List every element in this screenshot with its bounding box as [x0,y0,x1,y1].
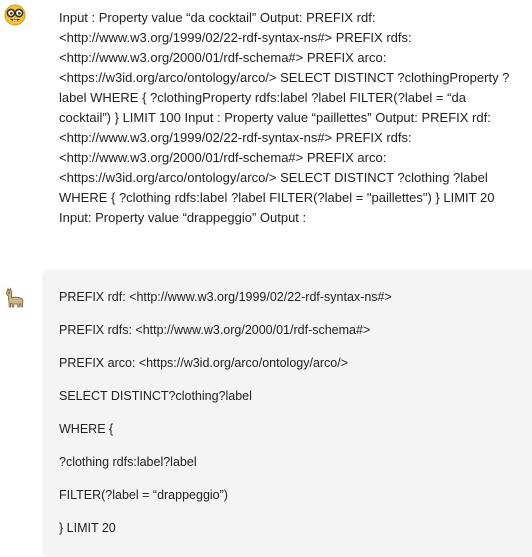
user-message: Input : Property value “da cocktail” Out… [0,0,532,262]
chat-conversation: Input : Property value “da cocktail” Out… [0,0,532,557]
response-line: PREFIX arco: <https://w3id.org/arco/onto… [59,356,349,370]
response-line: WHERE { [59,422,114,436]
response-line: ?clothing rdfs:label?label [59,455,197,469]
response-line: } LIMIT 20 [59,521,116,535]
response-line: PREFIX rdf: <http://www.w3.org/1999/02/2… [59,290,392,304]
assistant-message: PREFIX rdf: <http://www.w3.org/1999/02/2… [42,270,532,557]
response-line: SELECT DISTINCT?clothing?label [59,389,252,403]
nerd-face-icon [4,4,26,26]
user-message-text: Input : Property value “da cocktail” Out… [59,10,510,225]
response-line: PREFIX rdfs: <http://www.w3.org/2000/01/… [59,323,371,337]
response-line: FILTER(?label = “drappeggio”) [59,488,228,502]
llama-icon [4,287,26,309]
assistant-message-content: PREFIX rdf: <http://www.w3.org/1999/02/2… [59,289,519,553]
